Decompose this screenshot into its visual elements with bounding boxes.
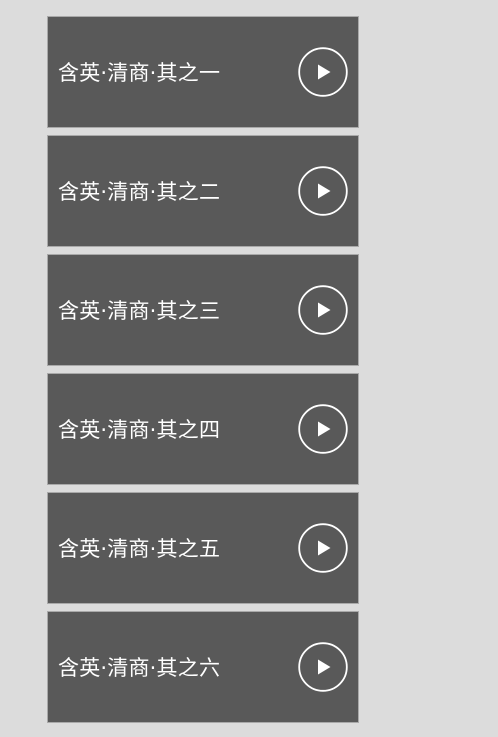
track-item-4[interactable]: 含英·清商·其之四 <box>47 373 359 485</box>
track-item-3[interactable]: 含英·清商·其之三 <box>47 254 359 366</box>
play-button[interactable] <box>298 285 348 335</box>
track-item-5[interactable]: 含英·清商·其之五 <box>47 492 359 604</box>
track-item-1[interactable]: 含英·清商·其之一 <box>47 16 359 128</box>
play-button[interactable] <box>298 166 348 216</box>
play-circle-icon <box>298 404 348 454</box>
track-title: 含英·清商·其之五 <box>58 537 221 561</box>
track-list: 含英·清商·其之一 含英·清商·其之二 含英·清商·其之三 含英·清商·其之四 <box>47 16 359 723</box>
track-title: 含英·清商·其之二 <box>58 180 221 204</box>
play-button[interactable] <box>298 642 348 692</box>
track-title: 含英·清商·其之一 <box>58 61 221 85</box>
play-button[interactable] <box>298 404 348 454</box>
track-item-2[interactable]: 含英·清商·其之二 <box>47 135 359 247</box>
play-circle-icon <box>298 642 348 692</box>
play-circle-icon <box>298 47 348 97</box>
track-title: 含英·清商·其之六 <box>58 656 221 680</box>
track-item-6[interactable]: 含英·清商·其之六 <box>47 611 359 723</box>
track-title: 含英·清商·其之三 <box>58 299 221 323</box>
play-circle-icon <box>298 285 348 335</box>
play-button[interactable] <box>298 523 348 573</box>
play-button[interactable] <box>298 47 348 97</box>
play-circle-icon <box>298 166 348 216</box>
play-circle-icon <box>298 523 348 573</box>
track-title: 含英·清商·其之四 <box>58 418 221 442</box>
